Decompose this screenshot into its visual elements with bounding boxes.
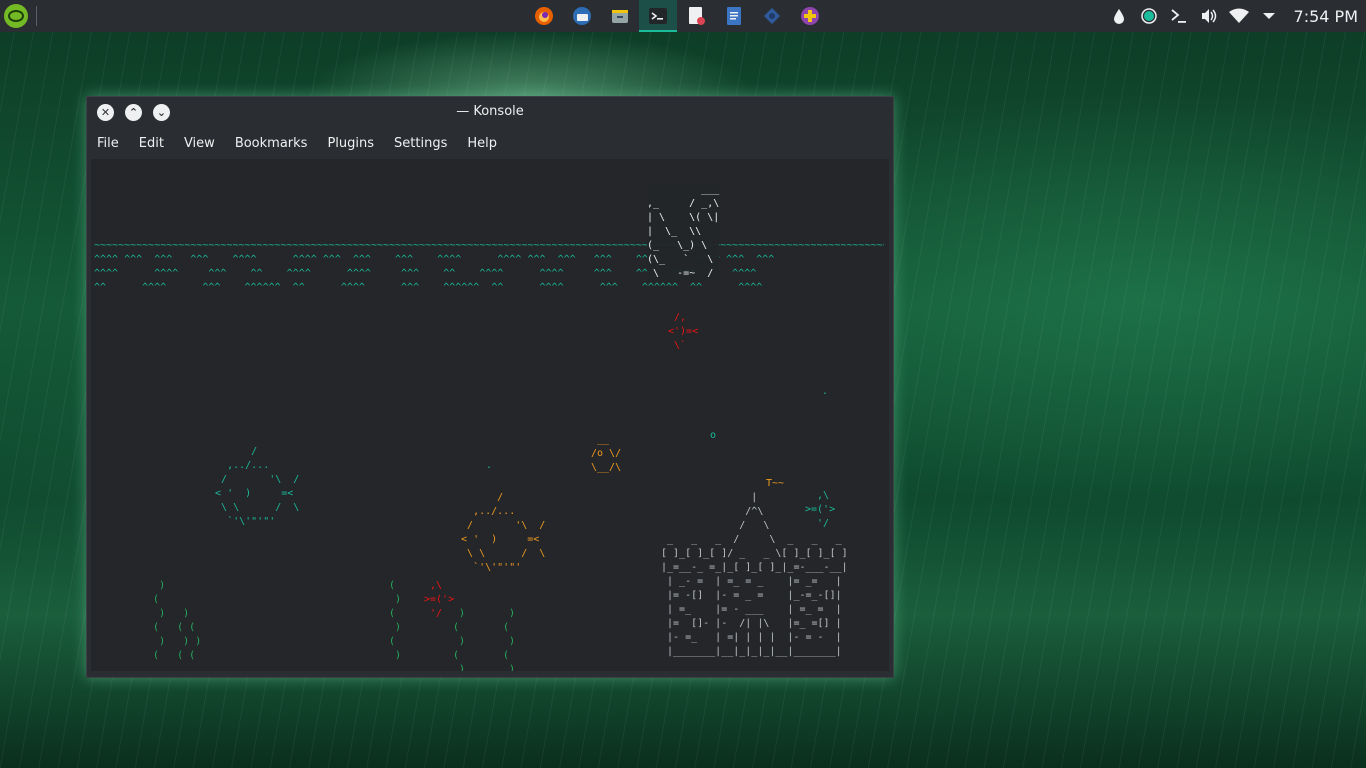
document-viewer-icon: [689, 7, 705, 25]
taskbar: [525, 0, 829, 32]
thunderbird-icon: [573, 7, 591, 25]
ascii-seaweed-mid: ( ) ( ) ( ): [389, 580, 402, 661]
task-kde-connect[interactable]: [753, 0, 791, 32]
ascii-crab: __ /o \/ \__/\: [591, 434, 622, 473]
task-konsole[interactable]: [639, 0, 677, 32]
file-manager-icon: [612, 10, 628, 23]
terminal-icon[interactable]: [1168, 5, 1190, 27]
ascii-seaweed-left: ) ( ) ) ( ( ( ) ) ) ( ( (: [153, 580, 202, 661]
task-writer[interactable]: [715, 0, 753, 32]
ascii-castle-flag: T~~: [766, 478, 785, 489]
ascii-bubble: .: [822, 386, 829, 397]
menu-settings[interactable]: Settings: [384, 136, 457, 151]
menu-bookmarks[interactable]: Bookmarks: [225, 136, 318, 151]
menu-help[interactable]: Help: [457, 136, 507, 151]
ascii-fish-big-mid: / ,../... / '\ / < ' ) =< \ \ / \ `'\'"'…: [461, 492, 546, 573]
menu-file[interactable]: File: [87, 136, 129, 151]
task-file-manager[interactable]: [601, 0, 639, 32]
wifi-icon[interactable]: [1228, 5, 1250, 27]
konsole-window: ✕ ⌃ ⌄ — Konsole File Edit View Bookmarks…: [86, 96, 894, 678]
droplet-icon[interactable]: [1108, 5, 1130, 27]
panel-separator: [36, 6, 37, 26]
konsole-icon: [649, 8, 667, 24]
ascii-bubble: o: [710, 430, 717, 441]
ascii-seaweed-far: ) ( ) ( ) (: [503, 608, 516, 671]
writer-icon: [727, 7, 741, 25]
ascii-fish-top: /, <')=< \`: [668, 312, 699, 351]
menu-plugins[interactable]: Plugins: [317, 136, 384, 151]
task-thunderbird[interactable]: [563, 0, 601, 32]
ascii-fish-big-left: / ,../... / '\ / < ' ) =< \ \ / \ `'\'"'…: [215, 446, 300, 527]
titlebar[interactable]: ✕ ⌃ ⌄ — Konsole: [87, 97, 893, 127]
window-title: — Konsole: [456, 104, 524, 119]
ascii-bubble: .: [486, 460, 493, 471]
ascii-ship: ___ ,_ / _,\ | \ \( \| | \_ \\ (_ \_) \ …: [647, 183, 720, 281]
ascii-waves: ~~~~~~~~~~~~~~~~~~~~~~~~~~~~~~~~~~~~~~~~…: [94, 240, 884, 293]
ascii-castle: | /^\ / \ _ _ _ / \ _ _ _ [ ]_[ ]_[ ]/ _…: [661, 492, 848, 657]
task-document-viewer[interactable]: [677, 0, 715, 32]
expand-arrow-icon[interactable]: [1258, 5, 1280, 27]
firefox-icon: [535, 7, 553, 25]
clock[interactable]: 7:54 PM: [1294, 7, 1358, 26]
ascii-seaweed-right: ) ( ) ( ) (: [453, 608, 466, 671]
task-firefox[interactable]: [525, 0, 563, 32]
menu-view[interactable]: View: [174, 136, 225, 151]
status-circle-icon[interactable]: [1138, 5, 1160, 27]
menu-edit[interactable]: Edit: [129, 136, 174, 151]
volume-icon[interactable]: [1198, 5, 1220, 27]
task-first-aid[interactable]: [791, 0, 829, 32]
kde-connect-icon: [764, 8, 780, 24]
system-tray: 7:54 PM: [1104, 0, 1366, 32]
opensuse-icon[interactable]: [4, 4, 28, 28]
top-panel: 7:54 PM: [0, 0, 1366, 32]
terminal-view[interactable]: ~~~~~~~~~~~~~~~~~~~~~~~~~~~~~~~~~~~~~~~~…: [91, 159, 889, 671]
first-aid-icon: [801, 7, 819, 25]
menubar: File Edit View Bookmarks Plugins Setting…: [87, 129, 507, 157]
